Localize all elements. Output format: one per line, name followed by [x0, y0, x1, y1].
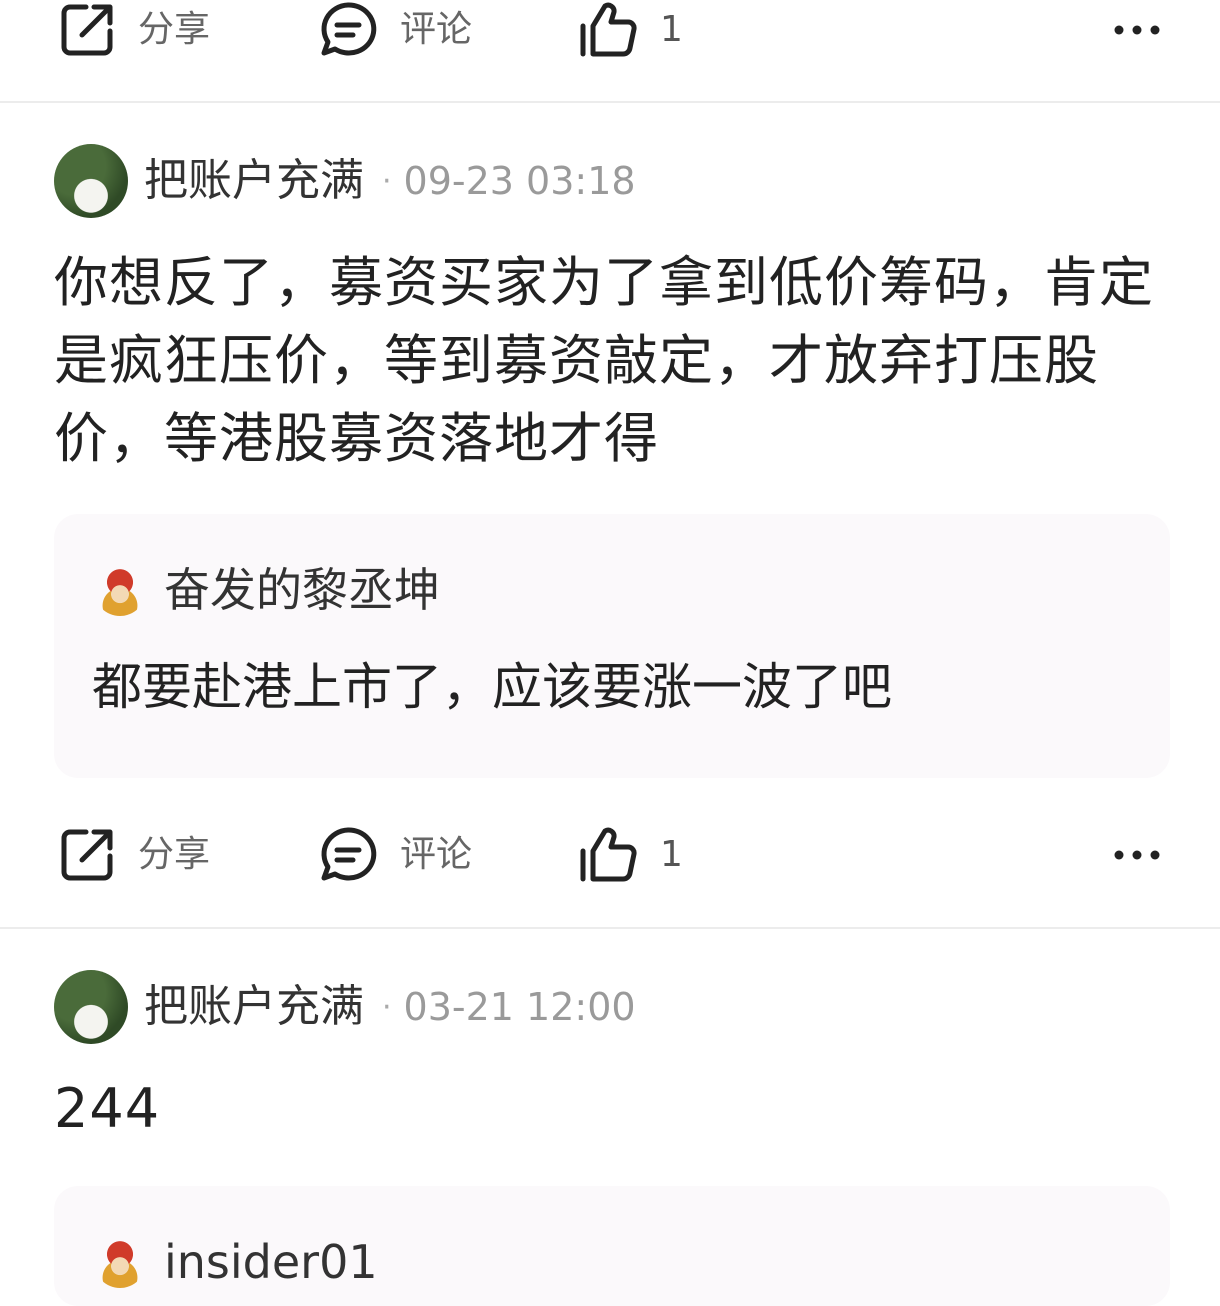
comment-button[interactable]: 评论: [318, 0, 472, 70]
post-time: 03-21 12:00: [403, 985, 636, 1029]
post-text: 244: [54, 1077, 161, 1140]
separator-dot: ·: [382, 989, 392, 1025]
divider: [0, 927, 1220, 929]
avatar[interactable]: [54, 144, 128, 218]
like-button[interactable]: 1: [578, 0, 683, 70]
like-button[interactable]: 1: [578, 815, 683, 895]
action-bar-2: 分享 评论 1: [0, 815, 1220, 895]
thumbs-up-icon: [578, 0, 638, 60]
post-header: 把账户充满 · 03-21 12:00: [54, 970, 636, 1044]
divider: [0, 101, 1220, 103]
comment-icon: [318, 825, 378, 885]
quoted-header: 奋发的黎丞坤: [94, 564, 440, 616]
more-button[interactable]: [1114, 0, 1160, 70]
more-icon: [1114, 21, 1160, 40]
like-count: 1: [660, 9, 683, 50]
share-icon: [58, 1, 116, 59]
quoted-avatar: [94, 1236, 146, 1288]
comment-label: 评论: [400, 834, 473, 875]
thumbs-up-icon: [578, 825, 638, 885]
quoted-username[interactable]: 奋发的黎丞坤: [164, 567, 440, 613]
quoted-text: 都要赴港上市了，应该要涨一波了吧: [92, 658, 892, 716]
post-time: 09-23 03:18: [403, 159, 636, 203]
quoted-username[interactable]: insider01: [164, 1239, 378, 1285]
action-bar-1: 分享 评论 1: [0, 0, 1220, 70]
username[interactable]: 把账户充满: [144, 985, 364, 1029]
quoted-comment[interactable]: 奋发的黎丞坤 都要赴港上市了，应该要涨一波了吧: [54, 514, 1170, 778]
avatar[interactable]: [54, 970, 128, 1044]
comment-button[interactable]: 评论: [318, 815, 472, 895]
username[interactable]: 把账户充满: [144, 159, 364, 203]
quoted-comment[interactable]: insider01: [54, 1186, 1170, 1306]
share-label: 分享: [138, 834, 211, 875]
comment-icon: [318, 0, 378, 60]
like-count: 1: [660, 834, 683, 875]
share-label: 分享: [138, 9, 211, 50]
separator-dot: ·: [382, 163, 392, 199]
more-icon: [1114, 846, 1160, 865]
post-header: 把账户充满 · 09-23 03:18: [54, 144, 636, 218]
share-button[interactable]: 分享: [58, 0, 210, 70]
comment-label: 评论: [400, 9, 473, 50]
quoted-header: insider01: [94, 1236, 378, 1288]
share-button[interactable]: 分享: [58, 815, 210, 895]
post-text: 你想反了，募资买家为了拿到低价筹码，肯定是疯狂压价，等到募资敲定，才放弃打压股价…: [54, 251, 1154, 470]
share-icon: [58, 826, 116, 884]
quoted-avatar: [94, 564, 146, 616]
more-button[interactable]: [1114, 815, 1160, 895]
